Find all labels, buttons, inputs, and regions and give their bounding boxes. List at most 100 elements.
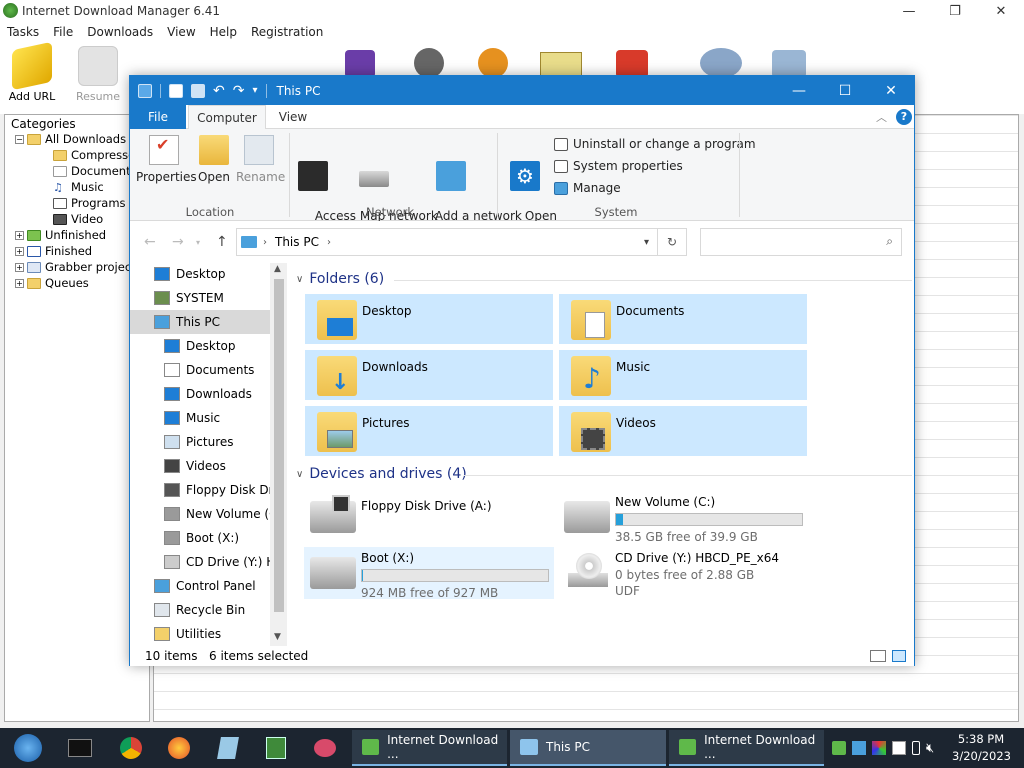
help-icon[interactable]: ? (896, 109, 912, 125)
taskbar-app-5[interactable] (262, 728, 290, 768)
menu-file[interactable]: File (46, 25, 80, 39)
nav-item[interactable]: Pictures (130, 430, 270, 454)
manage-button[interactable]: Manage (554, 181, 621, 195)
drives-group-header[interactable]: ∨ Devices and drives (4) (296, 466, 467, 482)
taskbar-app-4[interactable] (214, 728, 242, 768)
up-button[interactable]: ↑ (216, 234, 228, 250)
nav-item[interactable]: Documents (130, 358, 270, 382)
nav-item[interactable]: Floppy Disk Dri (130, 478, 270, 502)
taskbar-idm-2[interactable]: Internet Download ... (669, 730, 824, 766)
idm-tray-icon[interactable] (832, 741, 846, 755)
maximize-button[interactable]: ☐ (822, 76, 868, 105)
rename-button[interactable]: Rename (236, 135, 285, 184)
taskbar-firefox[interactable] (165, 728, 193, 768)
address-bar[interactable]: › This PC › ▾ (236, 228, 658, 256)
drive-c[interactable]: New Volume (C:) 38.5 GB free of 39.9 GB (558, 491, 808, 544)
folder-desktop[interactable]: Desktop (304, 293, 554, 345)
start-button[interactable] (0, 728, 56, 768)
details-view-icon[interactable] (870, 650, 886, 662)
color-tray-icon[interactable] (872, 741, 886, 755)
new-folder-icon[interactable] (191, 83, 205, 98)
network-tray-icon[interactable] (852, 741, 866, 755)
drive-floppy[interactable]: Floppy Disk Drive (A:) (304, 491, 554, 543)
tree-all-downloads[interactable]: − All Downloads (15, 131, 126, 147)
nav-item[interactable]: Downloads (130, 382, 270, 406)
nav-item[interactable]: SYSTEM (130, 286, 270, 310)
nav-item[interactable]: New Volume (C (130, 502, 270, 526)
window-tray-icon[interactable] (892, 741, 906, 755)
tab-view[interactable]: View (268, 105, 318, 129)
chevron-down-icon[interactable]: ▾ (252, 85, 257, 96)
menu-view[interactable]: View (160, 25, 202, 39)
nav-item[interactable]: Recycle Bin (130, 598, 270, 622)
resume-button[interactable]: Resume (67, 46, 129, 103)
tab-file[interactable]: File (130, 105, 186, 129)
nav-item[interactable]: Desktop (130, 263, 270, 286)
folder-downloads[interactable]: ↓ Downloads (304, 349, 554, 401)
folders-group-header[interactable]: ∨ Folders (6) (296, 271, 384, 287)
menu-downloads[interactable]: Downloads (80, 25, 160, 39)
tree-programs[interactable]: Programs (53, 195, 126, 211)
drive-boot[interactable]: Boot (X:) 924 MB free of 927 MB (304, 547, 554, 600)
tree-finished[interactable]: + Finished (15, 243, 92, 259)
idm-minimize-button[interactable]: — (886, 0, 932, 22)
redo-icon[interactable]: ↷ (233, 83, 245, 99)
menu-tasks[interactable]: Tasks (0, 25, 46, 39)
volume-muted-icon[interactable]: 🔇︎ (926, 741, 934, 756)
properties-icon[interactable] (169, 83, 183, 98)
menu-registration[interactable]: Registration (244, 25, 330, 39)
nav-item[interactable]: Utilities (130, 622, 270, 646)
taskbar-cmd[interactable] (66, 728, 94, 768)
clock[interactable]: 5:38 PM 3/20/2023 (952, 731, 1011, 765)
taskbar-app-6[interactable] (311, 728, 339, 768)
add-url-button[interactable]: Add URL (1, 41, 63, 103)
folder-pictures[interactable]: Pictures (304, 405, 554, 457)
nav-item[interactable]: Videos (130, 454, 270, 478)
scroll-up-icon[interactable]: ▲ (274, 264, 281, 274)
gear-icon[interactable] (414, 48, 444, 78)
refresh-button[interactable]: ↻ (657, 228, 687, 256)
stop-icon[interactable] (616, 50, 648, 78)
folder-documents[interactable]: Documents (558, 293, 808, 345)
taskbar-idm-1[interactable]: Internet Download ... (352, 730, 507, 766)
forward-button[interactable]: → (172, 234, 184, 250)
folder-music[interactable]: ♪ Music (558, 349, 808, 401)
nav-item[interactable]: Boot (X:) (130, 526, 270, 550)
idm-maximize-button[interactable]: ❐ (932, 0, 978, 22)
search-input[interactable]: ⌕ (700, 228, 902, 256)
collapse-ribbon-icon[interactable]: ︿ (876, 109, 887, 125)
phone-icon[interactable] (772, 50, 806, 78)
nav-scrollbar-thumb[interactable] (274, 279, 284, 612)
nav-item[interactable]: Music (130, 406, 270, 430)
tree-documents[interactable]: Documents (53, 163, 137, 179)
folder-videos[interactable]: Videos (558, 405, 808, 457)
tree-music[interactable]: ♫ Music (53, 179, 104, 195)
uninstall-program-button[interactable]: Uninstall or change a program (554, 137, 756, 151)
close-button[interactable]: ✕ (868, 76, 914, 105)
minimize-button[interactable]: — (776, 76, 822, 105)
toolbar-icon-3[interactable] (345, 50, 375, 78)
drive-cd[interactable]: CD Drive (Y:) HBCD_PE_x64 0 bytes free o… (558, 547, 808, 599)
tree-video[interactable]: Video (53, 211, 103, 227)
tree-unfinished[interactable]: + Unfinished (15, 227, 106, 243)
tree-grabber-projects[interactable]: + Grabber projects (15, 259, 142, 275)
system-properties-button[interactable]: System properties (554, 159, 683, 173)
grabber-icon[interactable] (700, 48, 742, 78)
open-button[interactable]: Open (194, 135, 234, 184)
nav-item[interactable]: CD Drive (Y:) H (130, 550, 270, 574)
tab-computer[interactable]: Computer (188, 105, 266, 129)
undo-icon[interactable]: ↶ (213, 83, 225, 99)
idm-close-button[interactable]: ✕ (978, 0, 1024, 22)
alarm-clock-icon[interactable] (478, 48, 508, 78)
nav-item[interactable]: Desktop (130, 334, 270, 358)
taskbar-chrome[interactable] (117, 728, 145, 768)
large-icons-view-icon[interactable] (892, 650, 906, 662)
address-dropdown-icon[interactable]: ▾ (644, 237, 649, 248)
nav-item[interactable]: This PC (130, 310, 270, 334)
menu-help[interactable]: Help (203, 25, 244, 39)
battery-icon[interactable] (912, 741, 920, 755)
recent-locations-button[interactable]: ▾ (196, 238, 200, 247)
nav-item[interactable]: Control Panel (130, 574, 270, 598)
back-button[interactable]: ← (144, 234, 156, 250)
taskbar-this-pc[interactable]: This PC (510, 730, 666, 766)
